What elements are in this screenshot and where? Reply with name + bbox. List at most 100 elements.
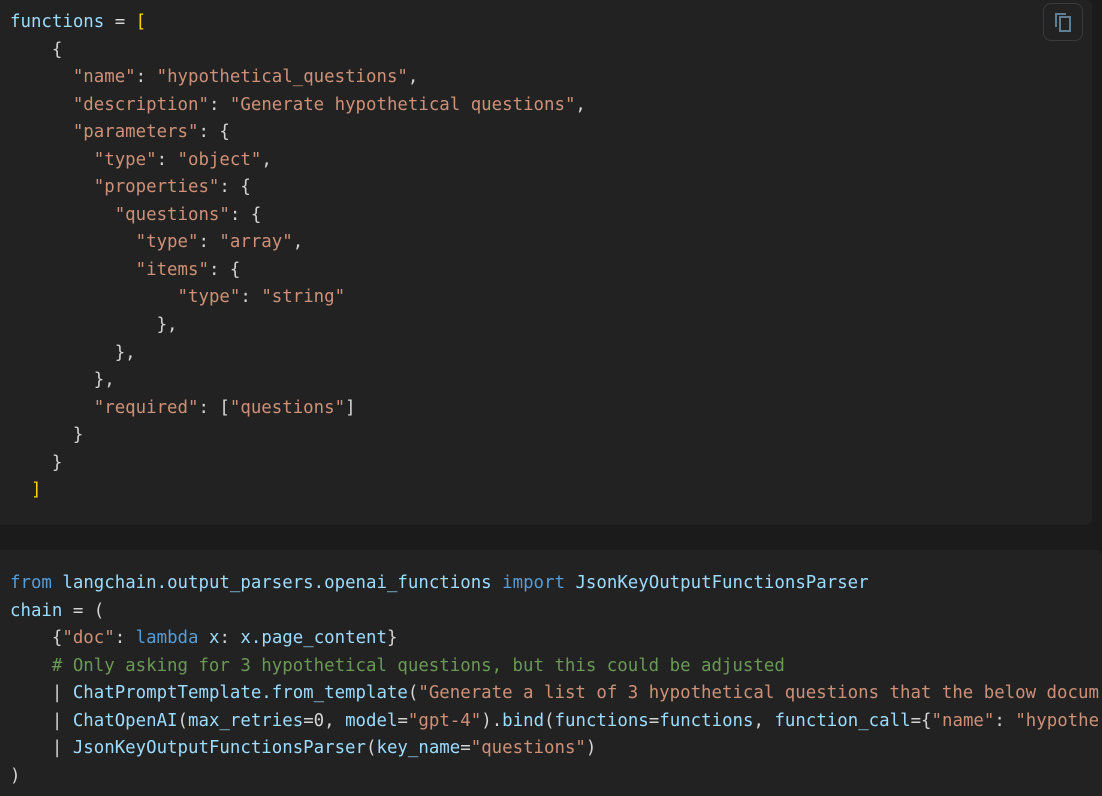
- code-line: "type": "object",: [10, 147, 586, 175]
- copy-icon: [1055, 13, 1071, 32]
- code-token-p: :: [198, 232, 220, 253]
- code-line: "description": "Generate hypothetical qu…: [10, 92, 586, 120]
- code-line: | ChatOpenAI(max_retries=0, model="gpt-4…: [10, 708, 1099, 736]
- code-line: "items": {: [10, 257, 586, 285]
- code-token-kw: lambda: [135, 628, 199, 649]
- code-token-str: "description": [72, 94, 209, 115]
- code-token-p: = (: [62, 600, 105, 621]
- code-token-p: [10, 260, 136, 280]
- code-token-p: :: [135, 67, 157, 88]
- code-token-p: : {: [198, 122, 230, 143]
- code-token-p: ,: [575, 94, 586, 115]
- code-line: "questions": {: [10, 202, 586, 230]
- code-token-p: [52, 573, 62, 593]
- code-token-p: :: [156, 149, 178, 170]
- code-token-p: =: [460, 738, 471, 759]
- code-token-p: |: [10, 738, 73, 759]
- code-token-p: {: [10, 628, 63, 649]
- code-token-p: : {: [219, 177, 251, 198]
- code-token-p: (: [407, 683, 419, 704]
- code-token-var: functions: [554, 710, 649, 731]
- code-block-functions: functions = [ { "name": "hypothetical_qu…: [0, 0, 1092, 525]
- code-token-p: :: [240, 287, 262, 308]
- code-token-var: key_name: [376, 738, 461, 759]
- code-token-p: [10, 177, 94, 197]
- code-token-var: max_retries: [188, 710, 304, 731]
- code-token-p: ={: [910, 710, 932, 731]
- code-token-p: [10, 232, 136, 252]
- code-token-var: model: [345, 710, 398, 731]
- code-token-p: : {: [208, 259, 241, 280]
- code-token-p: ,: [261, 149, 272, 170]
- code-line: functions = [: [10, 9, 586, 37]
- code-token-str: "array": [219, 232, 293, 253]
- code-token-p: ): [10, 765, 21, 786]
- code-token-p: =0,: [303, 710, 346, 731]
- code-line: # Only asking for 3 hypothetical questio…: [10, 653, 1099, 681]
- code-token-str: "type": [177, 287, 241, 308]
- code-token-var: functions: [10, 12, 105, 32]
- code-token-p: },: [10, 342, 136, 363]
- code-token-p: [10, 122, 73, 142]
- code-block-chain: from langchain.output_parsers.openai_fun…: [0, 550, 1102, 796]
- code-token-fn: ChatOpenAI: [72, 710, 178, 731]
- code-token-fn: ChatPromptTemplate.from_template: [72, 683, 408, 704]
- code-token-p: : [: [198, 397, 230, 418]
- code-token-kw: import: [502, 573, 565, 593]
- code-line: | JsonKeyOutputFunctionsParser(key_name=…: [10, 735, 1099, 763]
- code-token-var: function_call: [774, 710, 911, 731]
- copy-button[interactable]: [1043, 3, 1083, 41]
- code-line: },: [10, 367, 586, 395]
- code-token-cmt: # Only asking for 3 hypothetical questio…: [10, 655, 785, 676]
- code-token-p: ,: [407, 67, 419, 88]
- code-token-fn: JsonKeyOutputFunctionsParser: [72, 738, 366, 759]
- code-line: {: [10, 37, 586, 65]
- code-token-str: "parameters": [72, 122, 199, 143]
- code-token-p: },: [10, 315, 178, 336]
- code-token-str: "properties": [93, 177, 220, 198]
- code-token-str: "questions": [114, 204, 230, 225]
- code-token-p: (: [366, 738, 377, 759]
- code-token-str: "items": [135, 259, 209, 280]
- code-token-p: :: [219, 628, 241, 649]
- code-token-str: "questions": [470, 738, 586, 759]
- code-token-p: [10, 205, 115, 225]
- code-token-var: x: [208, 628, 220, 649]
- code-token-p: :: [994, 710, 1016, 731]
- code-token-str: "hypothetical_questions": [156, 67, 408, 88]
- code-line: | ChatPromptTemplate.from_template("Gene…: [10, 680, 1099, 708]
- code-token-p: |: [10, 683, 73, 704]
- code-token-str: "gpt-4": [407, 710, 482, 731]
- code-token-str: "required": [93, 397, 199, 418]
- code-token-p: : {: [229, 204, 262, 225]
- code-line: "properties": {: [10, 174, 586, 202]
- code-line: "required": ["questions"]: [10, 395, 586, 423]
- code-token-str: "name": [72, 67, 136, 88]
- code-token-var: langchain.output_parsers.openai_function…: [62, 573, 492, 593]
- code-token-br: [: [135, 12, 147, 32]
- code-token-p: ).: [481, 710, 503, 731]
- code-token-p: =: [397, 710, 408, 731]
- code-line: }: [10, 422, 586, 450]
- code-token-p: [10, 287, 178, 307]
- code-token-p: |: [10, 710, 73, 731]
- code-token-kw: from: [10, 573, 52, 593]
- code-token-str: "questions": [229, 397, 346, 418]
- code-content: functions = [ { "name": "hypothetical_qu…: [10, 9, 586, 505]
- code-line: {"doc": lambda x: x.page_content}: [10, 625, 1099, 653]
- code-line: "name": "hypothetical_questions",: [10, 64, 586, 92]
- code-token-var: functions: [659, 710, 754, 731]
- code-token-br: ]: [30, 480, 42, 501]
- code-line: },: [10, 340, 586, 368]
- code-token-p: :: [208, 94, 230, 115]
- code-line: from langchain.output_parsers.openai_fun…: [10, 570, 1099, 598]
- code-line: ): [10, 763, 1099, 791]
- code-token-str: "Generate a list of 3 hypothetical quest…: [418, 683, 1099, 704]
- code-line: ]: [10, 477, 586, 505]
- code-token-str: "type": [135, 232, 199, 253]
- code-token-p: }: [10, 452, 63, 473]
- code-token-p: [10, 480, 31, 500]
- code-token-p: ,: [753, 710, 775, 731]
- code-token-str: "object": [177, 149, 262, 170]
- code-token-p: ]: [345, 397, 356, 418]
